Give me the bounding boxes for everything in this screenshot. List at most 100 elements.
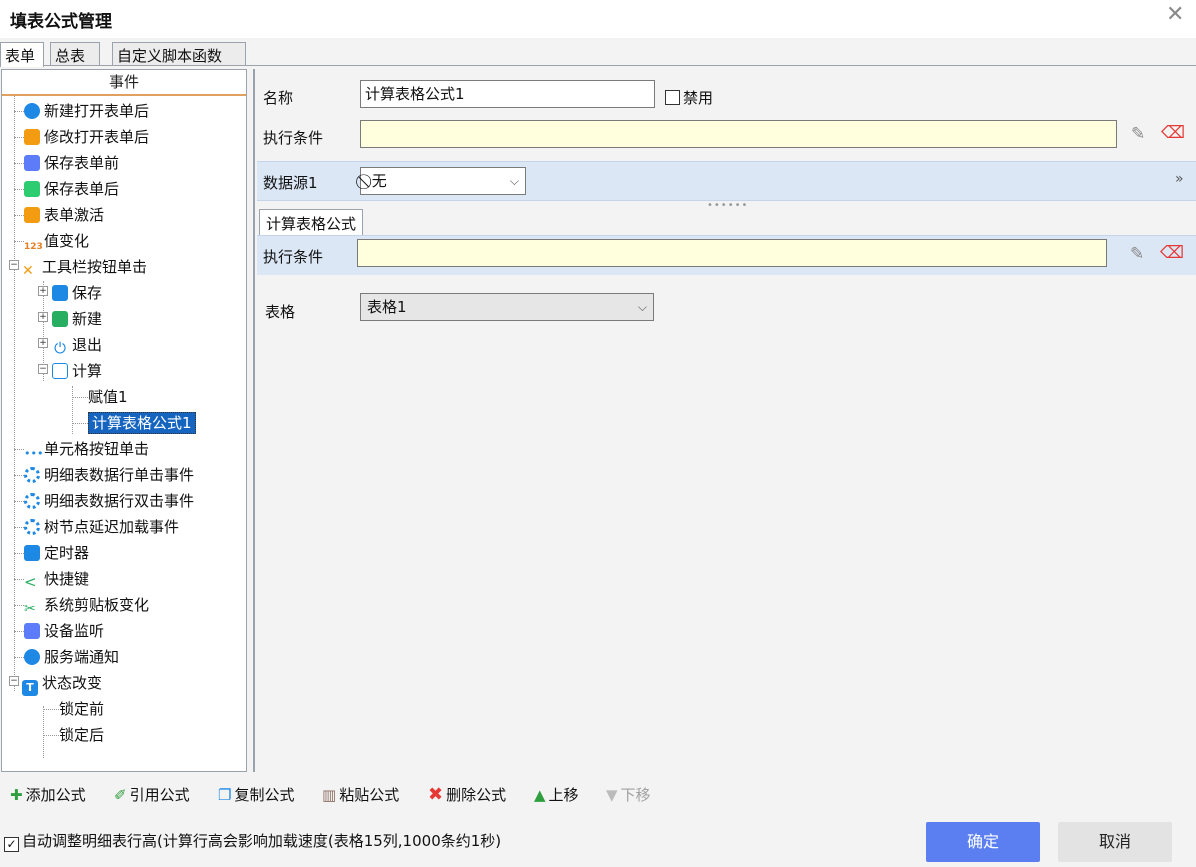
tab-custom-script[interactable]: 自定义脚本函数 xyxy=(112,42,246,66)
tree-item-detail-row-dblclick[interactable]: 明细表数据行双击事件 xyxy=(14,488,194,514)
delete-x-icon: ✖ xyxy=(428,784,444,805)
tree-item-before-lock[interactable]: 锁定前 xyxy=(43,696,104,722)
collapse-icon[interactable]: − xyxy=(9,676,19,686)
copy-icon: ❐ xyxy=(218,786,232,804)
scissors-icon: ✂ xyxy=(24,601,40,617)
close-icon[interactable]: ✕ xyxy=(1166,2,1184,27)
tree-item-detail-row-click[interactable]: 明细表数据行单击事件 xyxy=(14,462,194,488)
share-icon: < xyxy=(24,574,40,590)
tree-item-state-change[interactable]: T 状态改变 xyxy=(22,670,102,696)
dots-icon: ••• xyxy=(24,446,44,462)
add-formula-button[interactable]: ✚ 添加公式 xyxy=(10,784,86,805)
move-up-button[interactable]: ▲ 上移 xyxy=(534,784,579,805)
tree-item-clipboard-change[interactable]: ✂ 系统剪贴板变化 xyxy=(14,592,149,618)
collapse-icon[interactable]: − xyxy=(9,260,19,270)
table-label: 表格 xyxy=(265,303,296,321)
tab-summary[interactable]: 总表 xyxy=(50,42,100,66)
tree-item-form-activate[interactable]: 表单激活 xyxy=(14,202,104,228)
user-icon xyxy=(24,103,40,119)
tree-item-new[interactable]: 新建 xyxy=(52,306,102,332)
plus-icon: ✚ xyxy=(10,786,23,804)
chevron-down-icon: ⌵ xyxy=(637,300,647,314)
calc-condition-label: 执行条件 xyxy=(263,248,324,266)
disable-checkbox-wrap[interactable]: 禁用 xyxy=(665,87,713,108)
splitter-grip[interactable]: •••••• xyxy=(707,200,748,211)
tab-form[interactable]: 表单 xyxy=(0,42,44,67)
document-icon xyxy=(24,155,40,171)
tab-divider xyxy=(0,65,1196,66)
paste-formula-button[interactable]: ▥ 粘贴公式 xyxy=(322,784,399,805)
tree-item-server-notify[interactable]: 服务端通知 xyxy=(14,644,119,670)
tree-item-tree-lazy-load[interactable]: 树节点延迟加载事件 xyxy=(14,514,179,540)
formula-toolbar: ✚ 添加公式 ✐ 引用公式 ❐ 复制公式 ▥ 粘贴公式 ✖ 删除公式 ▲ 上移 ▼ 下移 xyxy=(0,776,1196,816)
arrow-down-icon: ▼ xyxy=(606,786,618,804)
event-tree-header: 事件 xyxy=(2,70,246,96)
expand-icon[interactable]: + xyxy=(38,312,48,322)
timer-icon xyxy=(24,545,40,561)
datasource-label: 数据源1 xyxy=(263,174,318,192)
folder-check-icon xyxy=(24,181,40,197)
eraser-icon[interactable]: ⌫ xyxy=(1160,243,1184,263)
tree-item-exit[interactable]: ⏻ 退出 xyxy=(52,332,102,358)
save-icon xyxy=(52,285,68,301)
reference-formula-button[interactable]: ✐ 引用公式 xyxy=(114,784,190,805)
title-bar: 填表公式管理 ✕ xyxy=(0,0,1196,38)
loading-icon xyxy=(24,467,40,483)
disable-label: 禁用 xyxy=(683,89,714,107)
tree-item-value-change[interactable]: 123值变化 xyxy=(14,228,89,255)
tree-item-new-open[interactable]: 新建打开表单后 xyxy=(14,98,149,124)
loading-icon xyxy=(24,519,40,535)
link-icon: ✐ xyxy=(114,786,127,804)
power-icon: ⏻ xyxy=(52,340,68,356)
tools-icon: ✕ xyxy=(22,263,38,279)
tree-item-toolbar-click[interactable]: ✕ 工具栏按钮单击 xyxy=(22,254,147,280)
tree-item-shortcut[interactable]: < 快捷键 xyxy=(14,566,89,592)
event-tree-panel: 事件 新建打开表单后 修改打开表单后 保存表单前 保存表单后 表单激活 123值… xyxy=(1,69,247,772)
calc-condition-input[interactable] xyxy=(357,239,1107,267)
arrow-up-icon: ▲ xyxy=(534,786,546,804)
tree-item-calc-table-formula-1[interactable]: 计算表格公式1 xyxy=(72,410,196,436)
tree-item-assign-1[interactable]: 赋值1 xyxy=(72,384,128,410)
eraser-icon[interactable]: ⌫ xyxy=(1161,123,1185,143)
tree-item-cell-button-click[interactable]: •••单元格按钮单击 xyxy=(14,436,149,462)
tree-item-save[interactable]: 保存 xyxy=(52,280,102,306)
auto-adjust-row[interactable]: ✓ 自动调整明细表行高(计算行高会影响加载速度(表格15列,1000条约1秒) xyxy=(4,830,501,852)
datasource-select[interactable]: ⃠ 无 ⌵ xyxy=(360,167,526,195)
expand-icon[interactable]: + xyxy=(38,286,48,296)
condition-input[interactable] xyxy=(360,120,1117,148)
notify-icon xyxy=(24,649,40,665)
tree-item-edit-open[interactable]: 修改打开表单后 xyxy=(14,124,149,150)
tab-calc-table-formula[interactable]: 计算表格公式 xyxy=(259,209,364,235)
tree-item-before-save[interactable]: 保存表单前 xyxy=(14,150,119,176)
table-select[interactable]: 表格1 ⌵ xyxy=(360,293,654,321)
copy-formula-button[interactable]: ❐ 复制公式 xyxy=(218,784,294,805)
edit-icon[interactable]: ✎ xyxy=(1131,124,1145,144)
name-label: 名称 xyxy=(263,89,294,107)
tree-item-after-lock[interactable]: 锁定后 xyxy=(43,722,104,748)
folder-icon xyxy=(24,207,40,223)
tree-item-after-save[interactable]: 保存表单后 xyxy=(14,176,119,202)
formula-editor-panel: 名称 计算表格公式1 禁用 执行条件 ✎ ⌫ 数据源1 ⃠ 无 ⌵ » ••••… xyxy=(253,69,1196,772)
cancel-button[interactable]: 取消 xyxy=(1058,822,1172,862)
new-icon xyxy=(52,311,68,327)
edit-icon[interactable]: ✎ xyxy=(1130,244,1144,264)
loading-icon xyxy=(24,493,40,509)
tree-item-timer[interactable]: 定时器 xyxy=(14,540,89,566)
tab-strip: 表单 总表 自定义脚本函数 xyxy=(0,38,1196,67)
expand-icon[interactable]: + xyxy=(38,338,48,348)
move-down-button[interactable]: ▼ 下移 xyxy=(606,784,651,805)
ok-button[interactable]: 确定 xyxy=(926,822,1040,862)
auto-adjust-checkbox[interactable]: ✓ xyxy=(4,837,19,852)
name-input[interactable]: 计算表格公式1 xyxy=(360,80,655,108)
collapse-icon[interactable]: − xyxy=(38,364,48,374)
chevron-down-icon: ⌵ xyxy=(509,174,519,188)
paste-icon: ▥ xyxy=(322,786,337,804)
tree-item-device-listen[interactable]: 设备监听 xyxy=(14,618,104,644)
delete-formula-button[interactable]: ✖ 删除公式 xyxy=(428,784,506,805)
dialog-footer: ✓ 自动调整明细表行高(计算行高会影响加载速度(表格15列,1000条约1秒) 确… xyxy=(0,818,1196,867)
calc-icon xyxy=(52,363,68,379)
folder-open-icon xyxy=(24,129,40,145)
tree-item-calc[interactable]: 计算 xyxy=(52,358,102,384)
disable-checkbox[interactable] xyxy=(665,90,680,105)
expand-double-chevron-icon[interactable]: » xyxy=(1175,171,1184,187)
